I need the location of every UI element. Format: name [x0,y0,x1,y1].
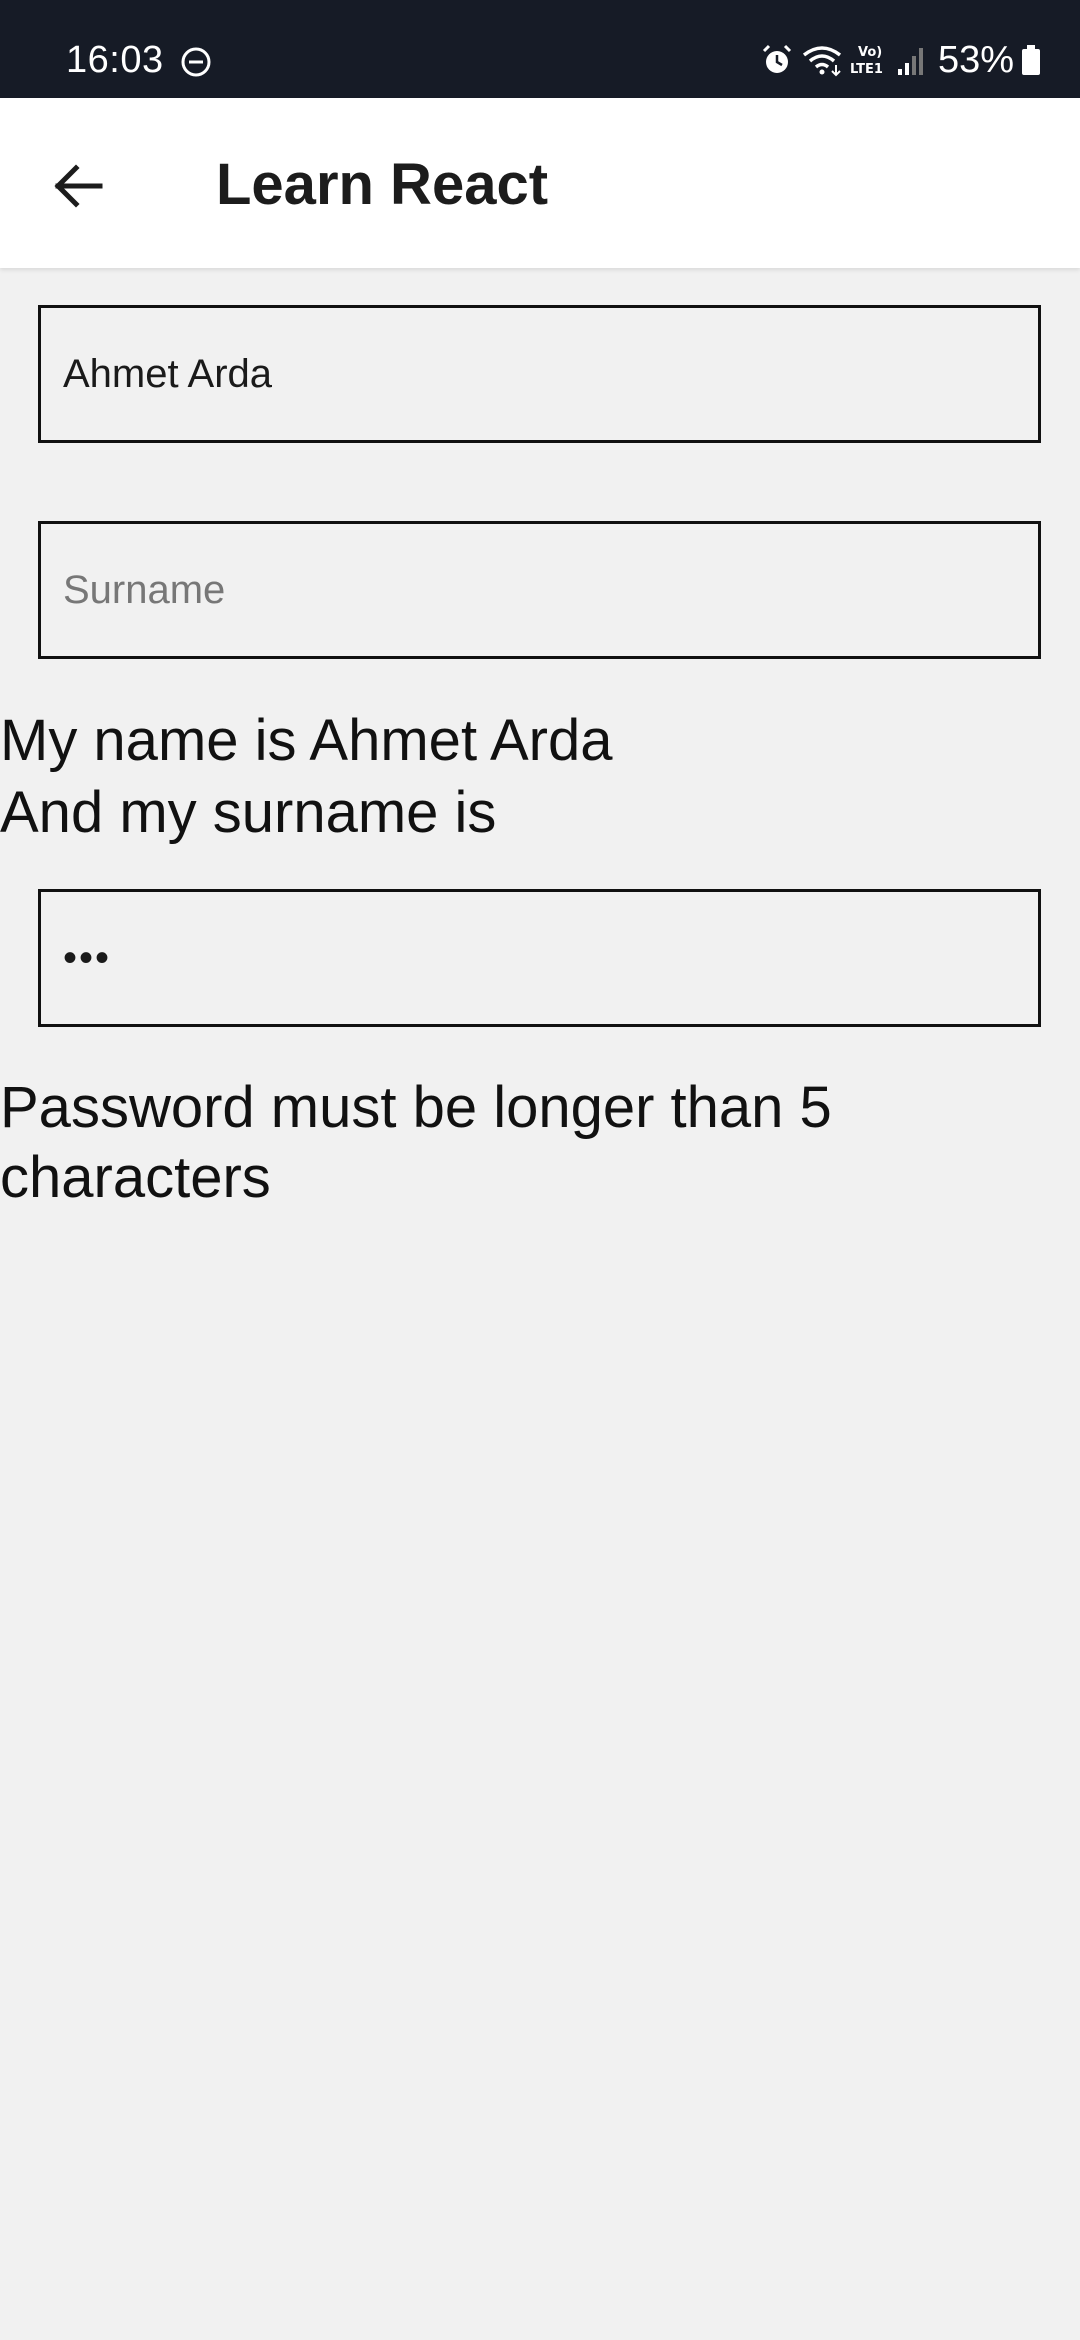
status-bar: 16:03 Vo) LTE1 53% [0,0,1080,98]
summary-text: My name is Ahmet Arda And my surname is [0,705,612,849]
name-summary-line: My name is Ahmet Arda [0,708,613,773]
do-not-disturb-icon [181,47,211,77]
battery-icon [1022,45,1040,75]
arrow-left-icon [54,164,103,208]
wifi-icon [802,46,842,77]
surname-input[interactable] [38,521,1041,659]
app-title: Learn React [216,152,549,217]
status-icons: Vo) LTE1 53% [754,36,1042,84]
battery-percent: 53% [937,39,1014,81]
svg-text:Vo): Vo) [858,45,882,60]
password-input[interactable] [38,889,1041,1027]
surname-summary-line: And my surname is [0,780,497,845]
status-time: 16:03 [66,39,164,81]
password-warning: Password must be longer than 5 character… [0,1075,832,1210]
back-button[interactable] [36,144,120,228]
name-input[interactable] [38,305,1041,443]
signal-icon [897,48,923,75]
alarm-icon [762,44,791,73]
svg-text:LTE1: LTE1 [850,62,883,77]
volte-icon: Vo) LTE1 [850,45,883,77]
app-bar: Learn React [0,98,1080,268]
